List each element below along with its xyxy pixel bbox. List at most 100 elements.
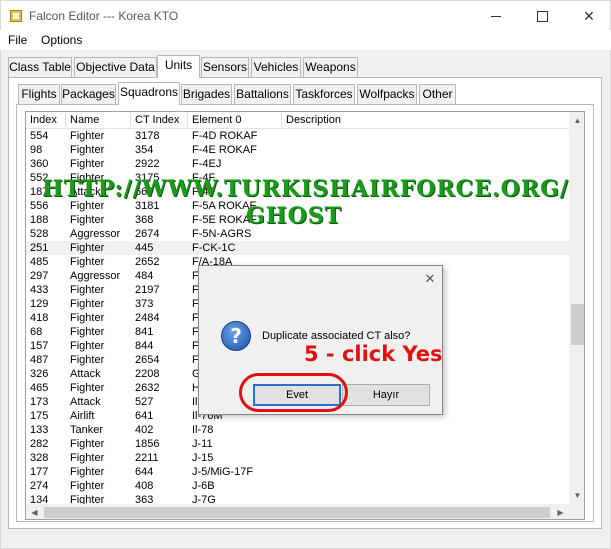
table-cell: 354 (135, 144, 154, 156)
maximize-button[interactable] (519, 1, 565, 31)
table-cell: F-5N-AGRS (192, 228, 252, 240)
tab-wolfpacks[interactable]: Wolfpacks (357, 84, 417, 104)
column-header-ct-index[interactable]: CT Index (131, 112, 188, 129)
table-cell: Airlift (70, 410, 95, 422)
table-cell: 2197 (135, 284, 160, 296)
table-cell: 2211 (135, 452, 159, 464)
table-cell: 641 (135, 410, 154, 422)
tab-class-table[interactable]: Class Table (8, 57, 72, 77)
table-cell: 68 (30, 326, 43, 338)
tab-weapons[interactable]: Weapons (303, 57, 358, 77)
table-row[interactable]: 274 Fighter 408 J-6B (26, 479, 569, 493)
tab-objective-data[interactable]: Objective Data (74, 57, 157, 77)
watermark-name: GHOST (246, 203, 342, 229)
table-row[interactable]: 282 Fighter 1856 J-11 (26, 437, 569, 451)
table-cell: 844 (135, 340, 154, 352)
vertical-scrollbar[interactable]: ▲ ▼ (569, 112, 584, 504)
table-cell: Aggressor (70, 228, 121, 240)
table-cell: Fighter (70, 242, 105, 254)
table-row[interactable]: 528 Aggressor 2674 F-5N-AGRS (26, 227, 569, 241)
tab-vehicles[interactable]: Vehicles (251, 57, 301, 77)
column-header-name[interactable]: Name (66, 112, 131, 129)
table-cell: J-5/MiG-17F (192, 466, 254, 478)
annotation-label: 5 - click Yes (304, 342, 443, 366)
table-cell: 360 (30, 158, 49, 170)
table-cell: 173 (30, 396, 49, 408)
column-header-description[interactable]: Description (282, 112, 569, 129)
table-cell: Il-78 (192, 424, 214, 436)
table-row[interactable]: 360 Fighter 2922 F-4EJ (26, 157, 569, 171)
table-cell: Fighter (70, 130, 105, 142)
table-cell: F-4D ROKAF (192, 130, 258, 142)
table-cell: Fighter (70, 326, 105, 338)
table-cell: 465 (30, 382, 49, 394)
table-cell: Fighter (70, 312, 105, 324)
table-cell: Fighter (70, 256, 105, 268)
annotation-highlight-oval (239, 373, 348, 412)
scroll-left-icon[interactable]: ◀ (26, 504, 43, 519)
close-button[interactable]: ✕ (566, 1, 611, 31)
table-cell: 326 (30, 368, 49, 380)
tab-battalions[interactable]: Battalions (234, 84, 291, 104)
scroll-right-icon[interactable]: ▶ (552, 504, 569, 519)
table-cell: 408 (135, 480, 154, 492)
table-cell: 175 (30, 410, 49, 422)
table-cell: 554 (30, 130, 49, 142)
table-cell: 644 (135, 466, 154, 478)
table-cell: F-4E ROKAF (192, 144, 257, 156)
table-cell: J-15 (192, 452, 214, 464)
table-row[interactable]: 328 Fighter 2211 J-15 (26, 451, 569, 465)
table-cell: 2674 (135, 228, 160, 240)
table-cell: Attack (70, 368, 101, 380)
tab-sensors[interactable]: Sensors (201, 57, 249, 77)
tab-squadrons[interactable]: Squadrons (118, 82, 180, 105)
tab-flights[interactable]: Flights (18, 84, 60, 104)
table-row[interactable]: 133 Tanker 402 Il-78 (26, 423, 569, 437)
table-cell: 2654 (135, 354, 160, 366)
table-cell: 2632 (135, 382, 160, 394)
vertical-scroll-thumb[interactable] (571, 304, 584, 345)
tab-units[interactable]: Units (157, 55, 200, 78)
list-header: Index Name CT Index Element 0 Descriptio… (26, 112, 569, 129)
menu-options[interactable]: Options (41, 33, 82, 47)
menu-file[interactable]: File (8, 33, 27, 47)
table-cell: Fighter (70, 438, 105, 450)
watermark-url: HTTP://WWW.TURKISHAIRFORCE.ORG/ (42, 176, 569, 202)
table-cell: 2652 (135, 256, 160, 268)
title-bar: Falcon Editor --- Korea KTO ✕ (0, 0, 611, 30)
minimize-button[interactable] (473, 1, 519, 31)
table-row[interactable]: 554 Fighter 3178 F-4D ROKAF (26, 129, 569, 143)
tab-taskforces[interactable]: Taskforces (293, 84, 355, 104)
horizontal-scroll-thumb[interactable] (44, 507, 550, 518)
table-cell: 129 (30, 298, 49, 310)
table-cell: J-6B (192, 480, 215, 492)
table-row[interactable]: 177 Fighter 644 J-5/MiG-17F (26, 465, 569, 479)
table-cell: Fighter (70, 144, 105, 156)
table-row[interactable]: 98 Fighter 354 F-4E ROKAF (26, 143, 569, 157)
table-cell: 484 (135, 270, 154, 282)
table-row[interactable]: 251 Fighter 445 F-CK-1C (26, 241, 569, 255)
column-header-index[interactable]: Index (26, 112, 66, 129)
table-cell: 368 (135, 214, 154, 226)
table-cell: Fighter (70, 158, 105, 170)
dialog-close-icon[interactable]: ✕ (421, 270, 439, 288)
table-cell: 2922 (135, 158, 160, 170)
table-cell: Aggressor (70, 270, 121, 282)
table-cell: 274 (30, 480, 49, 492)
table-cell: 157 (30, 340, 49, 352)
table-cell: Fighter (70, 452, 105, 464)
scroll-down-icon[interactable]: ▼ (569, 487, 584, 504)
table-cell: 328 (30, 452, 49, 464)
tab-brigades[interactable]: Brigades (181, 84, 232, 104)
table-cell: Fighter (70, 466, 105, 478)
table-cell: 841 (135, 326, 154, 338)
table-cell: F-4EJ (192, 158, 222, 170)
table-cell: F-CK-1C (192, 242, 236, 254)
table-cell: 487 (30, 354, 49, 366)
column-header-element-0[interactable]: Element 0 (188, 112, 282, 129)
tab-packages[interactable]: Packages (61, 84, 116, 104)
scroll-up-icon[interactable]: ▲ (569, 112, 584, 129)
horizontal-scrollbar[interactable]: ◀ ▶ (26, 504, 569, 519)
tab-other[interactable]: Other (419, 84, 456, 104)
no-button[interactable]: Hayır (342, 384, 430, 406)
